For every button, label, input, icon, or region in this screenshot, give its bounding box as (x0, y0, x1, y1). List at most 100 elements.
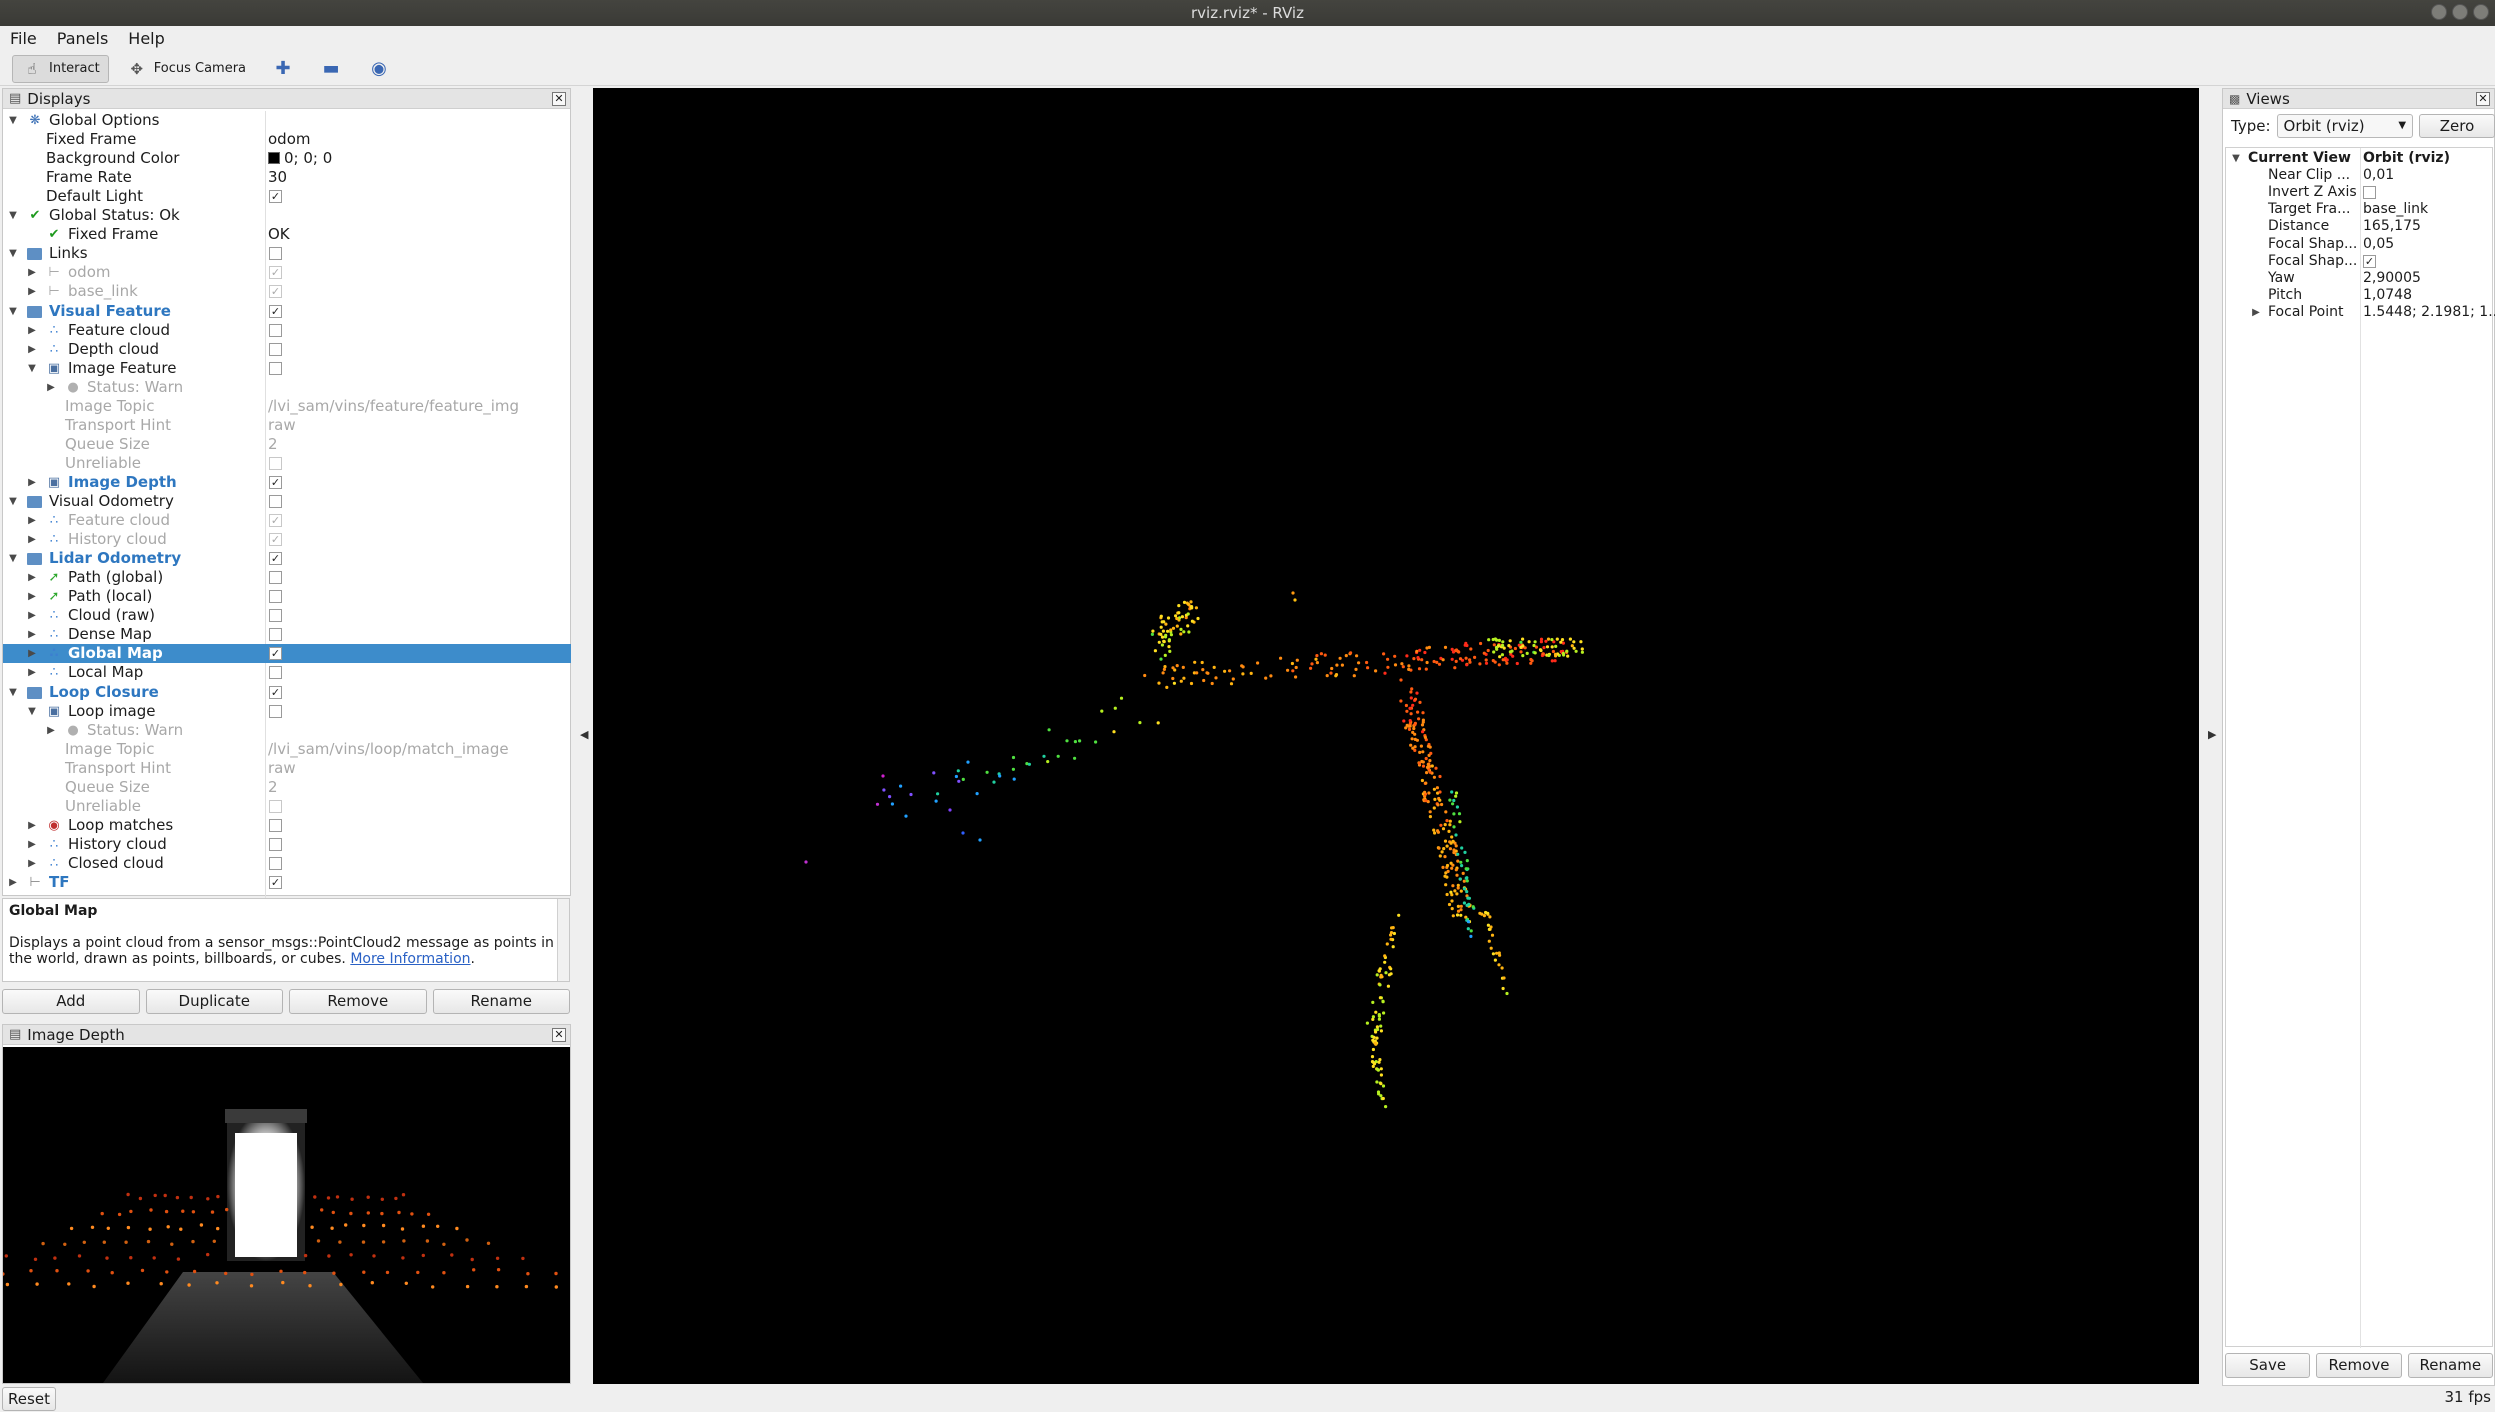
collapse-arrow-icon[interactable]: ▶ (7, 873, 19, 892)
maximize-button[interactable] (2452, 4, 2468, 20)
display-row-image-topic[interactable]: Image Topic/lvi_sam/vins/feature/feature… (3, 397, 571, 416)
view-row-focal-point[interactable]: ▶ Focal Point 1.5448; 2.1981; 1... (2226, 304, 2495, 321)
collapse-arrow-icon[interactable]: ▶ (26, 321, 38, 340)
collapse-right-icon[interactable]: ▶ (2208, 728, 2216, 741)
display-enabled-checkbox[interactable] (269, 590, 282, 604)
display-row-background-color[interactable]: Background Color 0; 0; 0 (3, 149, 571, 168)
view-row-value[interactable]: 1,0748 (2363, 287, 2412, 304)
display-enabled-checkbox[interactable] (269, 342, 282, 356)
display-row-links[interactable]: ▼ Links (3, 244, 571, 263)
color-swatch[interactable] (268, 152, 280, 165)
collapse-arrow-icon[interactable]: ▶ (26, 568, 38, 587)
display-enabled-checkbox[interactable] (269, 571, 282, 585)
display-row-value[interactable]: /lvi_sam/vins/loop/match_image (268, 740, 509, 759)
collapse-left-icon[interactable]: ◀ (580, 728, 588, 741)
display-enabled-checkbox[interactable] (269, 456, 282, 470)
display-enabled-checkbox[interactable]: ✓ (269, 876, 282, 889)
add-button[interactable]: Add (2, 989, 140, 1014)
view-row-near-clip[interactable]: Near Clip ... 0,01 (2226, 167, 2492, 184)
display-row-odom[interactable]: ▶ ⊢ odom ✓ (3, 263, 571, 282)
collapse-arrow-icon[interactable]: ▶ (45, 721, 57, 740)
expand-arrow-icon[interactable]: ▼ (2230, 150, 2242, 167)
minimize-button[interactable] (2431, 4, 2447, 20)
display-row-value[interactable]: raw (268, 759, 296, 778)
render-viewport[interactable] (593, 88, 2199, 1384)
remove-view-button[interactable]: Remove (2316, 1353, 2402, 1378)
collapse-arrow-icon[interactable]: ▶ (26, 263, 38, 282)
expand-arrow-icon[interactable]: ▼ (26, 702, 38, 721)
display-row-image-depth[interactable]: ▶ ▣ Image Depth ✓ (3, 473, 571, 492)
display-row-frame-rate[interactable]: Frame Rate 30 (3, 168, 571, 187)
collapse-arrow-icon[interactable]: ▶ (45, 378, 57, 397)
display-enabled-checkbox[interactable] (269, 495, 282, 508)
expand-arrow-icon[interactable]: ▼ (7, 111, 19, 130)
collapse-arrow-icon[interactable]: ▶ (26, 625, 38, 644)
display-row-history-cloud[interactable]: ▶ ∴ History cloud (3, 835, 571, 854)
display-row-transport-hint[interactable]: Transport Hint raw (3, 416, 571, 435)
collapse-arrow-icon[interactable]: ▶ (26, 340, 38, 359)
display-enabled-checkbox[interactable]: ✓ (269, 266, 282, 280)
view-row-yaw[interactable]: Yaw 2,90005 (2226, 270, 2492, 287)
expand-arrow-icon[interactable]: ▼ (7, 244, 19, 263)
close-icon[interactable]: ✕ (552, 1028, 566, 1042)
zero-button[interactable]: Zero (2419, 114, 2495, 138)
expand-arrow-icon[interactable]: ▼ (7, 302, 19, 321)
interact-tool-button[interactable]: ☝ Interact (12, 54, 109, 83)
display-row-closed-cloud[interactable]: ▶ ∴ Closed cloud (3, 854, 571, 873)
display-row-status-warn[interactable]: ▶ ● Status: Warn (3, 721, 571, 740)
view-row-focal-shap[interactable]: Focal Shap... 0,05 (2226, 236, 2492, 253)
menu-file[interactable]: File (10, 29, 37, 48)
view-row-pitch[interactable]: Pitch 1,0748 (2226, 287, 2492, 304)
display-row-global-map[interactable]: ▶ ∴ Global Map ✓ (3, 644, 571, 664)
display-row-global-options[interactable]: ▼ ❋ Global Options (3, 111, 571, 130)
menu-help[interactable]: Help (128, 29, 164, 48)
display-enabled-checkbox[interactable] (269, 323, 282, 337)
display-row-default-light[interactable]: Default Light ✓ (3, 187, 571, 206)
view-row-value[interactable]: 2,90005 (2363, 270, 2421, 287)
display-row-value[interactable]: odom (268, 130, 311, 149)
display-row-base-link[interactable]: ▶ ⊢ base_link ✓ (3, 282, 571, 301)
display-row-visual-feature[interactable]: ▼ Visual Feature ✓ (3, 302, 571, 321)
display-row-value[interactable]: 2 (268, 435, 278, 454)
display-row-image-feature[interactable]: ▼ ▣ Image Feature (3, 359, 571, 378)
tool-properties-button[interactable]: ◉ (359, 55, 399, 83)
display-row-global-status-ok[interactable]: ▼ ✔ Global Status: Ok (3, 206, 571, 225)
display-row-value[interactable]: raw (268, 416, 296, 435)
display-row-feature-cloud[interactable]: ▶ ∴ Feature cloud (3, 321, 571, 340)
display-row-history-cloud[interactable]: ▶ ∴ History cloud ✓ (3, 530, 571, 549)
display-row-loop-image[interactable]: ▼ ▣ Loop image (3, 702, 571, 721)
display-enabled-checkbox[interactable] (269, 704, 282, 718)
collapse-arrow-icon[interactable]: ▶ (26, 511, 38, 530)
view-row-invert-z-axis[interactable]: Invert Z Axis (2226, 184, 2492, 201)
view-row-target-fra[interactable]: Target Fra... base_link (2226, 201, 2492, 218)
collapse-arrow-icon[interactable]: ▶ (26, 644, 38, 663)
display-row-feature-cloud[interactable]: ▶ ∴ Feature cloud ✓ (3, 511, 571, 530)
display-row-queue-size[interactable]: Queue Size 2 (3, 778, 571, 797)
display-row-value[interactable]: OK (268, 225, 290, 244)
display-enabled-checkbox[interactable] (269, 628, 282, 642)
display-row-local-map[interactable]: ▶ ∴ Local Map (3, 663, 571, 682)
collapse-arrow-icon[interactable]: ▶ (26, 816, 38, 835)
view-row-current-view[interactable]: ▼ Current View Orbit (rviz) (2226, 150, 2492, 167)
display-enabled-checkbox[interactable]: ✓ (269, 647, 282, 661)
close-icon[interactable]: ✕ (552, 92, 566, 106)
collapse-arrow-icon[interactable]: ▶ (26, 606, 38, 625)
duplicate-button[interactable]: Duplicate (145, 989, 283, 1014)
display-row-unreliable[interactable]: Unreliable (3, 797, 571, 816)
expand-arrow-icon[interactable]: ▼ (26, 359, 38, 378)
remove-tool-button[interactable]: ▬ (311, 55, 351, 83)
display-enabled-checkbox[interactable]: ✓ (269, 285, 282, 299)
save-view-button[interactable]: Save (2225, 1353, 2311, 1378)
view-checkbox[interactable] (2363, 186, 2376, 200)
display-row-fixed-frame[interactable]: ✔ Fixed Frame OK (3, 225, 571, 244)
display-row-transport-hint[interactable]: Transport Hint raw (3, 759, 571, 778)
display-enabled-checkbox[interactable]: ✓ (269, 685, 282, 699)
display-row-loop-matches[interactable]: ▶ ◉ Loop matches (3, 816, 571, 835)
display-row-path-local[interactable]: ▶ ➚ Path (local) (3, 587, 571, 606)
close-icon[interactable]: ✕ (2476, 92, 2490, 106)
rename-view-button[interactable]: Rename (2407, 1353, 2493, 1378)
view-row-value[interactable]: 165,175 (2363, 218, 2421, 235)
collapse-arrow-icon[interactable]: ▶ (26, 854, 38, 873)
rename-button[interactable]: Rename (432, 989, 570, 1014)
display-row-tf[interactable]: ▶ ⊢ TF ✓ (3, 873, 571, 892)
